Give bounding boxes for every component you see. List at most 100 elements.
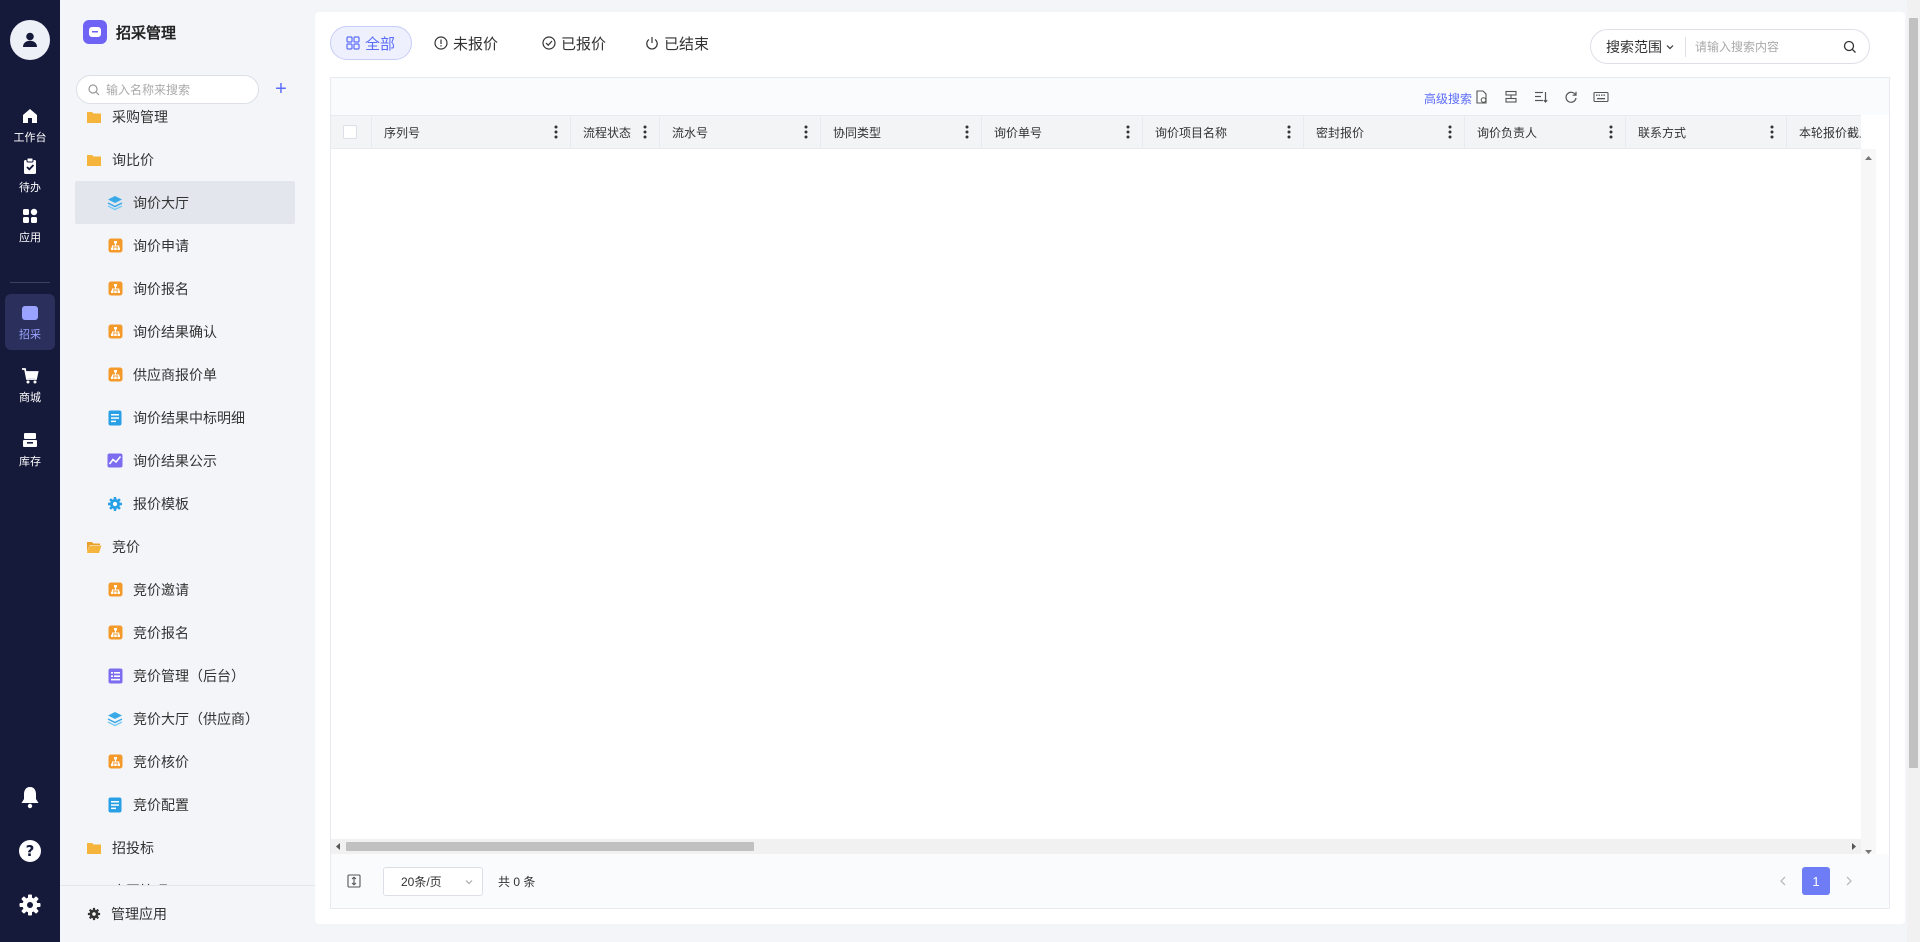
- menu-item-label: 询价报名: [133, 280, 189, 297]
- search-scope-select[interactable]: 搜索范围: [1591, 36, 1686, 57]
- tab-label: 未报价: [453, 35, 499, 53]
- check-circle-icon: [542, 36, 556, 50]
- column-header-label: 协同类型: [833, 125, 882, 140]
- menu-item-3[interactable]: 询价申请: [75, 224, 295, 267]
- add-icon[interactable]: +: [272, 79, 290, 99]
- column-header[interactable]: 本轮报价截止: [1787, 116, 1861, 148]
- rail-item-procurement[interactable]: 招采: [5, 294, 55, 350]
- column-menu-icon[interactable]: [1448, 125, 1452, 139]
- sidebar-search-input[interactable]: [106, 82, 246, 97]
- page-scrollbar[interactable]: [1907, 0, 1920, 942]
- rail-item-mall[interactable]: 商城: [0, 357, 60, 413]
- menu-item-2[interactable]: 询价大厅: [75, 181, 295, 224]
- rail-item-inventory[interactable]: 库存: [0, 421, 60, 477]
- org-chart-icon: [106, 753, 124, 771]
- menu-group-18[interactable]: 合同管理: [75, 869, 295, 886]
- menu-item-label: 询价结果中标明细: [133, 409, 245, 426]
- notification-button[interactable]: [15, 782, 45, 812]
- column-header[interactable]: 协同类型: [821, 116, 982, 148]
- rail-label: 待办: [19, 181, 41, 194]
- menu-group-10[interactable]: 竞价: [75, 525, 295, 568]
- tab-quoted[interactable]: 已报价: [542, 26, 606, 60]
- user-avatar[interactable]: [10, 20, 50, 60]
- sort-icon[interactable]: [1533, 89, 1549, 105]
- menu-item-16[interactable]: 竞价配置: [75, 783, 295, 826]
- trend-chart-icon: [106, 452, 124, 470]
- menu-item-11[interactable]: 竞价邀请: [75, 568, 295, 611]
- column-header[interactable]: 联系方式: [1626, 116, 1787, 148]
- column-settings-icon[interactable]: [1503, 89, 1519, 105]
- page-size-select[interactable]: 20条/页: [383, 867, 483, 896]
- column-header[interactable]: 流程状态: [571, 116, 660, 148]
- menu-item-4[interactable]: 询价报名: [75, 267, 295, 310]
- column-header[interactable]: 询价负责人: [1465, 116, 1626, 148]
- sidebar-search[interactable]: [76, 75, 259, 104]
- menu-item-13[interactable]: 竞价管理（后台）: [75, 654, 295, 697]
- help-button[interactable]: ?: [15, 836, 45, 866]
- scroll-up-arrow-icon: [1865, 156, 1872, 160]
- horizontal-scrollbar[interactable]: [331, 839, 1861, 854]
- home-icon: [20, 106, 40, 126]
- page-button-current[interactable]: 1: [1802, 867, 1830, 895]
- settings-button[interactable]: [15, 890, 45, 920]
- document-icon: [106, 796, 124, 814]
- column-header[interactable]: 询价单号: [982, 116, 1143, 148]
- export-icon[interactable]: [1473, 89, 1489, 105]
- left-rail: 工作台 待办 应用 招采 商城 库存 ?: [0, 0, 60, 942]
- advanced-search-link[interactable]: 高级搜索: [1424, 90, 1472, 107]
- column-menu-icon[interactable]: [1770, 125, 1774, 139]
- horizontal-scroll-thumb[interactable]: [346, 842, 754, 851]
- menu-item-5[interactable]: 询价结果确认: [75, 310, 295, 353]
- column-header[interactable]: 序列号: [372, 116, 571, 148]
- menu-item-7[interactable]: 询价结果中标明细: [75, 396, 295, 439]
- keyboard-icon[interactable]: [1593, 89, 1609, 105]
- column-menu-icon[interactable]: [1126, 125, 1130, 139]
- menu-item-8[interactable]: 询价结果公示: [75, 439, 295, 482]
- menu-item-6[interactable]: 供应商报价单: [75, 353, 295, 396]
- vertical-scrollbar[interactable]: [1861, 149, 1876, 862]
- density-toggle-icon[interactable]: [347, 874, 361, 891]
- menu-group-0[interactable]: 采购管理: [75, 101, 295, 138]
- column-menu-icon[interactable]: [643, 125, 647, 139]
- user-icon: [23, 32, 37, 47]
- sidebar: 招采管理 + 采购管理询比价询价大厅询价申请询价报名询价结果确认供应商报价单询价…: [60, 0, 315, 942]
- column-header-label: 密封报价: [1316, 125, 1365, 140]
- prev-page-button[interactable]: [1769, 867, 1797, 895]
- column-header[interactable]: 密封报价: [1304, 116, 1465, 148]
- tab-unquoted[interactable]: 未报价: [434, 26, 498, 60]
- gear-icon: [87, 907, 101, 921]
- menu-item-label: 询价申请: [133, 237, 189, 254]
- column-header-label: 序列号: [384, 125, 421, 140]
- column-header[interactable]: 流水号: [660, 116, 821, 148]
- column-menu-icon[interactable]: [1287, 125, 1291, 139]
- next-page-button[interactable]: [1835, 867, 1863, 895]
- column-menu-icon[interactable]: [804, 125, 808, 139]
- cart-icon: [20, 366, 40, 386]
- menu-group-1[interactable]: 询比价: [75, 138, 295, 181]
- tab-label: 已报价: [561, 35, 607, 53]
- menu-item-15[interactable]: 竞价核价: [75, 740, 295, 783]
- column-header-label: 询价项目名称: [1155, 125, 1228, 140]
- menu-group-17[interactable]: 招投标: [75, 826, 295, 869]
- refresh-icon[interactable]: [1563, 89, 1579, 105]
- rail-item-todo[interactable]: 待办: [0, 147, 60, 203]
- column-header-label: 联系方式: [1638, 125, 1687, 140]
- rail-label: 招采: [19, 328, 41, 341]
- column-menu-icon[interactable]: [965, 125, 969, 139]
- rail-item-apps[interactable]: 应用: [0, 197, 60, 253]
- column-menu-icon[interactable]: [554, 125, 558, 139]
- search-icon: [88, 83, 100, 95]
- search-icon[interactable]: [1843, 40, 1857, 54]
- menu-item-14[interactable]: 竞价大厅（供应商）: [75, 697, 295, 740]
- manage-apps-button[interactable]: 管理应用: [60, 885, 315, 942]
- select-all-checkbox[interactable]: [343, 125, 357, 139]
- column-header[interactable]: 询价项目名称: [1143, 116, 1304, 148]
- column-menu-icon[interactable]: [1609, 125, 1613, 139]
- menu-item-12[interactable]: 竞价报名: [75, 611, 295, 654]
- tab-ended[interactable]: 已结束: [645, 26, 709, 60]
- tab-all[interactable]: 全部: [330, 26, 413, 60]
- page-scroll-thumb[interactable]: [1909, 18, 1918, 768]
- menu-item-9[interactable]: 报价模板: [75, 482, 295, 525]
- main-search-input[interactable]: [1695, 39, 1845, 54]
- rail-item-workbench[interactable]: 工作台: [0, 97, 60, 153]
